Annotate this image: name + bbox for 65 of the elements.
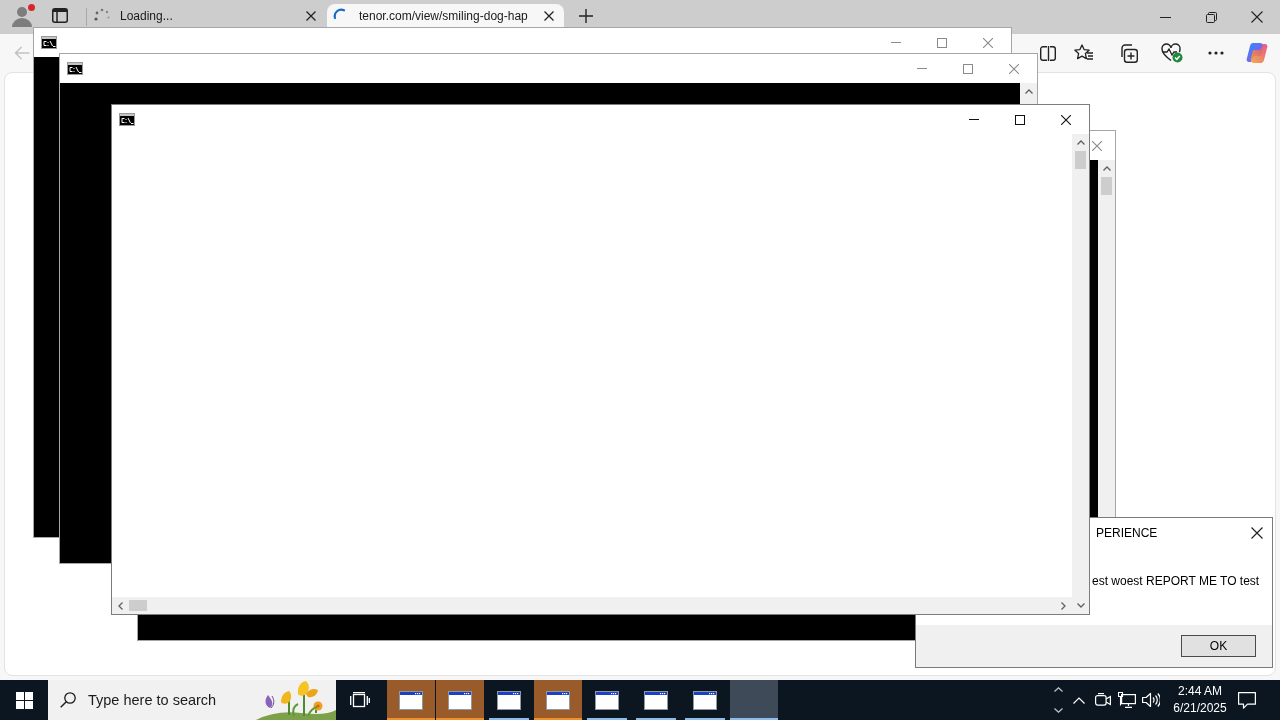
window-icon <box>693 690 717 710</box>
back-arrow-icon <box>14 46 30 60</box>
window-icon <box>497 690 521 710</box>
more-dots-icon <box>1208 51 1224 55</box>
window-icon <box>546 690 570 710</box>
window-icon <box>399 690 423 710</box>
restore-icon <box>1205 11 1217 23</box>
console-icon <box>67 62 83 75</box>
console-icon <box>41 36 57 49</box>
taskbar-app-button[interactable] <box>534 680 582 720</box>
monitor-icon <box>1118 692 1136 708</box>
close-icon <box>983 37 993 48</box>
search-input[interactable]: Type here to search <box>88 692 222 708</box>
close-icon <box>1092 140 1102 151</box>
scroll-right-icon[interactable] <box>1061 601 1066 610</box>
browser-tab[interactable]: Loading... <box>88 4 325 27</box>
chevron-up-icon <box>1073 696 1085 704</box>
scrollbar-thumb[interactable] <box>1075 151 1086 169</box>
dialog-message: est woest REPORT ME TO test <box>1091 574 1261 588</box>
close-icon <box>1251 526 1263 539</box>
search-box[interactable]: Type here to search <box>48 680 336 720</box>
windows-logo-icon <box>15 691 33 709</box>
close-icon <box>1009 63 1019 74</box>
scroll-up-icon[interactable] <box>1024 89 1033 94</box>
window-icon <box>448 690 472 710</box>
scrollbar-thumb[interactable] <box>1101 177 1112 195</box>
maximize-icon <box>937 37 947 48</box>
console-icon <box>119 113 135 126</box>
plus-icon <box>579 8 593 23</box>
scroll-down-icon[interactable] <box>1076 603 1085 608</box>
gradient-logo-icon <box>1246 42 1268 64</box>
camera-icon <box>1095 692 1111 708</box>
star-with-lines-icon <box>1074 44 1094 62</box>
minimize-icon <box>917 68 927 69</box>
minimize-icon <box>1159 16 1171 18</box>
scroll-left-icon[interactable] <box>118 601 123 610</box>
taskbar-app-button[interactable] <box>387 680 435 720</box>
minimize-icon <box>891 42 901 43</box>
close-icon <box>1251 11 1263 23</box>
close-icon <box>1061 114 1071 125</box>
vertical-scrollbar[interactable] <box>1072 134 1089 614</box>
scrollbar-thumb[interactable] <box>129 600 147 611</box>
maximize-icon <box>1015 114 1025 125</box>
taskbar-app-button[interactable] <box>436 680 484 720</box>
browser-tab[interactable]: tenor.com/view/smiling-dog-hap <box>327 4 564 27</box>
panel-layout-icon <box>52 8 68 23</box>
window-icon <box>644 690 668 710</box>
window-icon <box>595 690 619 710</box>
scroll-up-icon[interactable] <box>1102 166 1111 171</box>
squares-plus-icon <box>1118 43 1138 63</box>
speech-bubble-icon <box>1238 691 1256 709</box>
heart-pulse-icon <box>1161 43 1183 63</box>
minimize-icon <box>969 119 979 120</box>
ok-button[interactable]: OK <box>1181 635 1256 657</box>
horizontal-scrollbar[interactable] <box>112 597 1072 614</box>
task-view-icon <box>350 691 370 709</box>
clock-button[interactable]: 2:44 AM 6/21/2025 <box>1166 680 1234 720</box>
close-icon <box>306 10 316 21</box>
dialog-title: PERIENCE <box>1096 525 1159 540</box>
close-icon <box>544 10 554 21</box>
speaker-icon <box>1142 692 1160 708</box>
person-icon <box>11 4 33 27</box>
maximize-icon <box>963 63 973 74</box>
scroll-up-icon[interactable] <box>1076 140 1085 145</box>
search-icon <box>60 692 76 708</box>
